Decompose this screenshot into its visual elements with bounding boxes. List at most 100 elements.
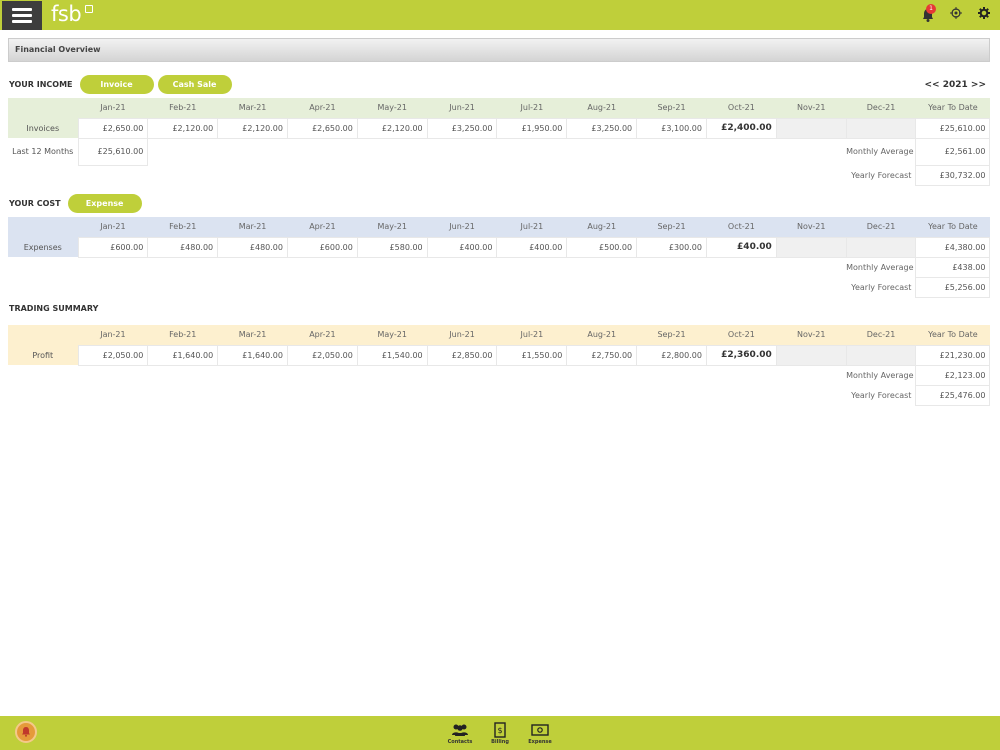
month-header: Jan-21: [78, 217, 148, 237]
nav-billing[interactable]: $ Billing: [485, 720, 515, 745]
alert-bell-button[interactable]: [15, 721, 37, 743]
profit-monthly-average: £2,123.00: [915, 364, 991, 386]
income-cell[interactable]: £2,650.00: [286, 117, 358, 139]
cost-cell[interactable]: £400.00: [496, 236, 568, 258]
top-bar: fsb 1: [0, 0, 1000, 30]
cost-title: YOUR COST: [9, 199, 61, 208]
income-cell[interactable]: £2,120.00: [356, 117, 428, 139]
year-navigator[interactable]: << 2021 >>: [925, 80, 986, 90]
month-header: Mar-21: [217, 98, 288, 118]
gear-icon: [978, 7, 990, 19]
income-header-row: Jan-21 Feb-21 Mar-21 Apr-21 May-21 Jun-2…: [8, 98, 990, 118]
ytd-header: Year To Date: [915, 217, 990, 237]
month-header: Jul-21: [496, 217, 567, 237]
contacts-icon: [452, 724, 468, 736]
month-header: Jun-21: [427, 325, 497, 345]
income-cell[interactable]: £3,250.00: [426, 117, 498, 139]
trading-table: Jan-21 Feb-21 Mar-21 Apr-21 May-21 Jun-2…: [8, 325, 991, 406]
expense-button[interactable]: Expense: [67, 194, 142, 213]
nav-contacts[interactable]: Contacts: [445, 720, 475, 745]
income-title: YOUR INCOME: [9, 80, 73, 89]
table-row: Yearly Forecast £25,476.00: [8, 384, 991, 406]
cost-cell-empty: [775, 236, 847, 258]
income-section-header: YOUR INCOME Invoice Cash Sale: [9, 75, 232, 94]
cost-ytd: £4,380.00: [915, 236, 991, 258]
cost-cell[interactable]: £300.00: [636, 236, 707, 258]
cost-cell-current[interactable]: £40.00: [705, 236, 777, 258]
trading-section-header: TRADING SUMMARY: [9, 304, 101, 313]
network-button[interactable]: [950, 7, 962, 22]
income-cell[interactable]: £3,100.00: [636, 117, 707, 139]
income-cell[interactable]: £2,650.00: [77, 117, 149, 139]
month-header: Dec-21: [846, 325, 916, 345]
cost-cell[interactable]: £400.00: [426, 236, 498, 258]
month-header: Nov-21: [776, 98, 847, 118]
billing-icon: $: [494, 721, 506, 738]
ytd-header: Year To Date: [915, 325, 990, 345]
row-label-profit: Profit: [8, 345, 78, 365]
month-header: Apr-21: [287, 98, 358, 118]
nav-expense-label: Expense: [528, 739, 552, 745]
header-blank: [8, 217, 78, 237]
profit-cell: £1,540.00: [356, 344, 428, 366]
month-header: Aug-21: [566, 98, 637, 118]
cost-cell[interactable]: £500.00: [566, 236, 638, 258]
month-header: Oct-21: [706, 325, 777, 345]
profit-cell-empty: [845, 344, 917, 366]
table-row: Invoices £2,650.00 £2,120.00 £2,120.00 £…: [8, 117, 991, 139]
ytd-header: Year To Date: [915, 98, 990, 118]
cost-monthly-average: £438.00: [915, 256, 991, 278]
income-yearly-forecast: £30,732.00: [915, 164, 991, 186]
cost-cell[interactable]: £600.00: [286, 236, 358, 258]
profit-yearly-forecast: £25,476.00: [915, 384, 991, 406]
cost-cell-empty: [845, 236, 917, 258]
table-row: Monthly Average £2,123.00: [8, 364, 991, 386]
table-row: Yearly Forecast £5,256.00: [8, 276, 991, 298]
profit-cell: £2,850.00: [426, 344, 498, 366]
table-row: Last 12 Months £25,610.00 Monthly Averag…: [8, 137, 991, 166]
month-header: Oct-21: [706, 217, 777, 237]
month-header: Nov-21: [776, 325, 847, 345]
logo[interactable]: fsb: [51, 1, 82, 27]
month-header: Sep-21: [636, 325, 707, 345]
income-cell[interactable]: £3,250.00: [566, 117, 638, 139]
monthly-average-label: Monthly Average: [846, 370, 914, 380]
month-header: Apr-21: [287, 325, 358, 345]
nav-billing-label: Billing: [491, 739, 509, 745]
income-cell-empty: [775, 117, 847, 139]
bell-icon: [22, 727, 30, 737]
settings-button[interactable]: [978, 7, 990, 22]
menu-button[interactable]: [2, 1, 42, 30]
cash-sale-button[interactable]: Cash Sale: [157, 75, 232, 94]
notifications-button[interactable]: 1: [922, 3, 936, 22]
svg-text:$: $: [497, 726, 502, 735]
nav-contacts-label: Contacts: [447, 739, 473, 745]
cost-cell[interactable]: £600.00: [77, 236, 149, 258]
month-header: Jan-21: [78, 325, 148, 345]
income-cell[interactable]: £1,950.00: [496, 117, 568, 139]
cost-cell[interactable]: £580.00: [356, 236, 428, 258]
income-cell[interactable]: £2,120.00: [217, 117, 288, 139]
income-ytd: £25,610.00: [915, 117, 991, 139]
footer-bar: Contacts $ Billing Expense: [0, 716, 1000, 750]
invoice-button[interactable]: Invoice: [79, 75, 154, 94]
cost-cell[interactable]: £480.00: [147, 236, 219, 258]
profit-cell: £2,050.00: [77, 344, 149, 366]
income-cell[interactable]: £2,120.00: [147, 117, 219, 139]
yearly-forecast-label: Yearly Forecast: [851, 170, 912, 180]
income-cell-current[interactable]: £2,400.00: [705, 117, 777, 139]
cost-cell[interactable]: £480.00: [217, 236, 288, 258]
nav-expense[interactable]: Expense: [525, 720, 555, 745]
month-header: Feb-21: [147, 325, 218, 345]
income-cell-empty: [845, 117, 917, 139]
month-header: Nov-21: [776, 217, 847, 237]
profit-cell: £1,640.00: [217, 344, 288, 366]
header-blank: [8, 98, 78, 118]
yearly-forecast-label: Yearly Forecast: [851, 282, 912, 292]
cost-table: Jan-21 Feb-21 Mar-21 Apr-21 May-21 Jun-2…: [8, 217, 991, 298]
month-header: Jun-21: [427, 98, 497, 118]
header-blank: [8, 325, 78, 345]
profit-ytd: £21,230.00: [915, 344, 991, 366]
yearly-forecast-label: Yearly Forecast: [851, 390, 912, 400]
month-header: Mar-21: [217, 217, 288, 237]
